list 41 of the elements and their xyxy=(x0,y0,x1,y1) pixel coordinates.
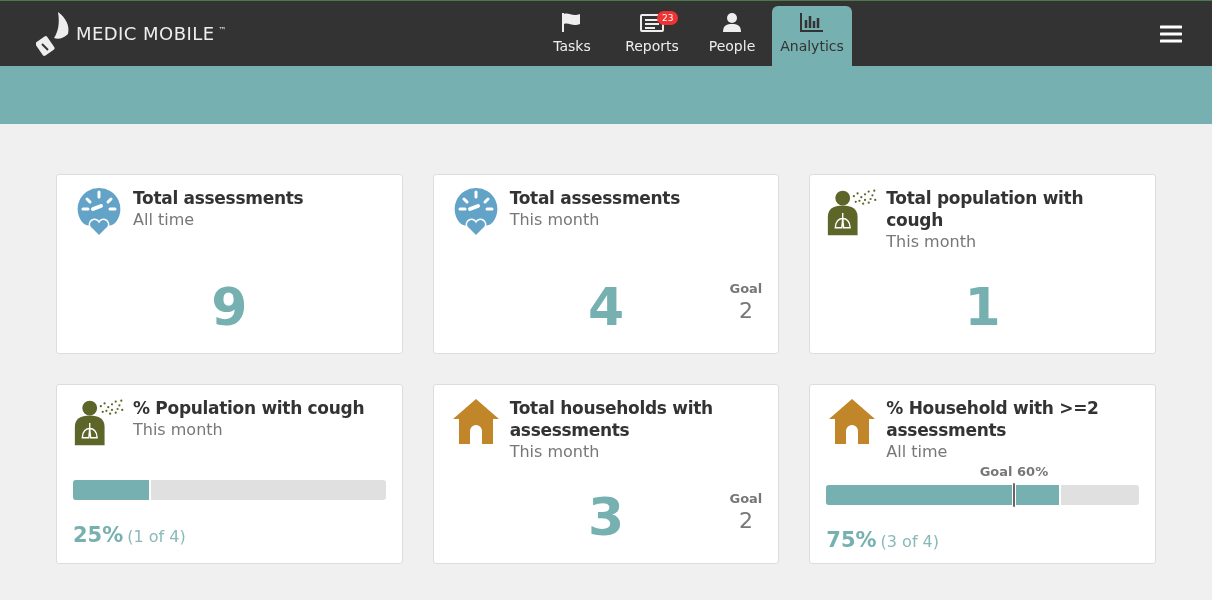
card-title: Total population with cough xyxy=(886,187,1085,231)
nav-tab[interactable]: People xyxy=(692,6,772,66)
card-title: Total assessments xyxy=(133,187,304,209)
percent-detail: (3 of 4) xyxy=(880,531,940,553)
menu-icon xyxy=(1160,25,1182,43)
card-subtitle: This month xyxy=(886,231,978,253)
count-value: 1 xyxy=(964,277,1001,337)
goal-value: 2 xyxy=(738,507,753,535)
notification-badge: 23 xyxy=(657,11,679,25)
coughing-person-icon xyxy=(826,187,879,237)
card-title: Total assessments xyxy=(509,187,680,209)
nav-tab[interactable]: Analytics xyxy=(772,6,852,66)
card-subtitle: This month xyxy=(133,419,224,441)
card-subtitle: This month xyxy=(509,209,601,231)
goal-label: Goal xyxy=(729,281,763,297)
card-title: % Population with cough xyxy=(133,397,365,419)
document-list-icon xyxy=(640,12,664,32)
percent-value: 25% xyxy=(73,521,124,549)
percent-detail: (1 of 4) xyxy=(127,525,186,548)
trademark: ™ xyxy=(218,25,227,37)
count-value: 3 xyxy=(587,487,625,547)
menu-button[interactable] xyxy=(1160,25,1182,43)
gauge-heart-icon xyxy=(453,187,498,237)
bar-chart-icon xyxy=(800,12,824,32)
count-value: 9 xyxy=(211,277,248,337)
percent-value: 75% xyxy=(826,527,877,554)
gauge-heart-icon xyxy=(77,187,121,237)
nav-tab[interactable]: Tasks xyxy=(532,6,612,66)
card-subtitle: This month xyxy=(509,441,601,463)
goal-value: 2 xyxy=(738,297,753,325)
card-title: Total households with assessments xyxy=(509,397,714,441)
card-subtitle: All time xyxy=(133,209,196,231)
count-value: 4 xyxy=(587,277,625,337)
coughing-person-icon xyxy=(73,397,125,447)
goal-label: Goal xyxy=(729,491,763,507)
nav-tab[interactable]: Reports 23 xyxy=(612,6,692,66)
logo-text: MEDIC MOBILE xyxy=(76,22,215,46)
person-icon xyxy=(721,12,743,32)
card-title: % Household with >=2 assessments xyxy=(886,397,1100,441)
goal-label: Goal 60% xyxy=(979,462,1049,481)
card-subtitle: All time xyxy=(886,441,949,463)
